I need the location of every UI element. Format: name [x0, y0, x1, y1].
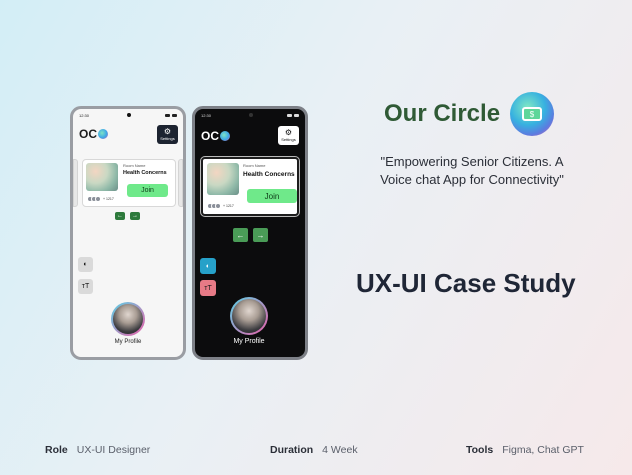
- gear-icon: ⚙: [284, 128, 293, 137]
- avatar: [215, 203, 221, 209]
- room-card[interactable]: Room Name Health Concerns Join + 1217: [200, 156, 300, 217]
- app-logo: OC: [201, 129, 230, 143]
- footer-role: Role UX-UI Designer: [45, 444, 150, 456]
- settings-button[interactable]: ⚙ Settings: [157, 125, 178, 144]
- text-size-toggle[interactable]: тT: [78, 279, 93, 294]
- logo-icon: [220, 131, 230, 141]
- settings-label: Settings: [160, 136, 175, 141]
- room-name-label: Room Name: [123, 163, 146, 168]
- footer-tools: Tools Figma, Chat GPT: [466, 444, 584, 456]
- duration-value: 4 Week: [322, 444, 358, 456]
- next-card-peek[interactable]: [178, 159, 183, 207]
- arrow-right-icon[interactable]: →: [130, 212, 140, 220]
- role-label: Role: [45, 444, 68, 456]
- carousel-nav: ← →: [115, 212, 140, 220]
- logo-icon: [98, 129, 108, 139]
- member-avatars: + 1217: [87, 196, 114, 202]
- room-image: [86, 163, 118, 191]
- footer-duration: Duration 4 Week: [270, 444, 358, 456]
- status-icons: [287, 114, 299, 117]
- camera-cutout: [249, 113, 253, 117]
- settings-label: Settings: [281, 137, 296, 142]
- tagline-line-2: Voice chat App for Connectivity": [380, 172, 564, 187]
- join-button[interactable]: Join: [247, 189, 297, 203]
- room-image: [207, 163, 239, 195]
- light-phone-mockup: 12:30 OC ⚙ Settings Room Name Health Con…: [70, 106, 186, 360]
- duration-label: Duration: [270, 444, 314, 456]
- room-name-label: Room Name: [243, 163, 266, 168]
- tagline-line-1: "Empowering Senior Citizens. A: [380, 154, 564, 169]
- room-card[interactable]: Room Name Health Concerns Join + 1217: [82, 159, 176, 207]
- tools-label: Tools: [466, 444, 494, 456]
- contrast-toggle[interactable]: ◐: [200, 258, 216, 274]
- avatar: [230, 297, 268, 335]
- carousel-nav: ← →: [233, 228, 268, 242]
- my-profile[interactable]: My Profile: [230, 297, 268, 345]
- status-icons: [165, 114, 177, 117]
- room-title: Health Concerns: [243, 171, 295, 178]
- app-logo: OC: [79, 127, 108, 141]
- brand-title: Our Circle: [384, 100, 501, 127]
- my-profile[interactable]: My Profile: [111, 302, 145, 345]
- avatar: [95, 196, 101, 202]
- text-size-toggle[interactable]: тT: [200, 280, 216, 296]
- tools-value: Figma, Chat GPT: [502, 444, 584, 456]
- member-count: + 1217: [103, 197, 114, 201]
- tagline: "Empowering Senior Citizens. A Voice cha…: [362, 153, 582, 189]
- prev-card-peek[interactable]: [73, 159, 78, 207]
- member-avatars: + 1217: [207, 203, 234, 209]
- status-time: 12:30: [201, 113, 212, 118]
- settings-button[interactable]: ⚙ Settings: [278, 126, 299, 145]
- arrow-left-icon[interactable]: ←: [115, 212, 125, 220]
- room-title: Health Concerns: [123, 170, 167, 176]
- dark-phone-mockup: 12:30 OC ⚙ Settings Room Name Health Con…: [192, 106, 308, 360]
- logo-text: OC: [201, 129, 219, 143]
- case-study-heading: UX-UI Case Study: [356, 268, 576, 298]
- gear-icon: ⚙: [163, 127, 172, 136]
- contrast-toggle[interactable]: ◐: [78, 257, 93, 272]
- logo-text: OC: [79, 127, 97, 141]
- member-count: + 1217: [223, 204, 234, 208]
- arrow-left-icon[interactable]: ←: [233, 228, 248, 242]
- profile-label: My Profile: [114, 339, 142, 345]
- status-time: 12:30: [79, 113, 90, 118]
- avatar: [111, 302, 145, 336]
- camera-cutout: [127, 113, 131, 117]
- join-button[interactable]: Join: [127, 184, 168, 197]
- profile-label: My Profile: [233, 338, 265, 345]
- arrow-right-icon[interactable]: →: [253, 228, 268, 242]
- money-chat-icon: $: [510, 92, 554, 136]
- role-value: UX-UI Designer: [76, 444, 151, 456]
